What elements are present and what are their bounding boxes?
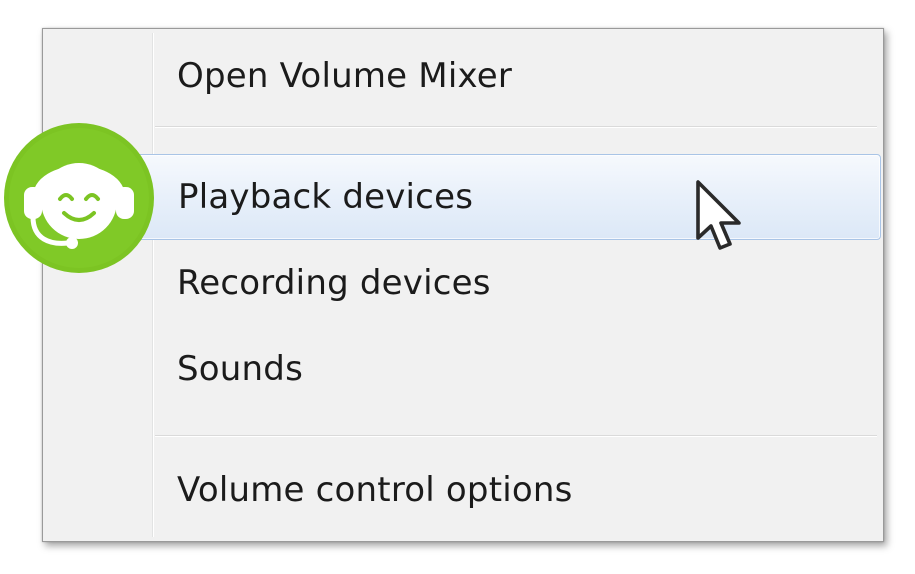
headset-support-icon	[4, 123, 154, 273]
menu-item-open-volume-mixer[interactable]: Open Volume Mixer	[45, 35, 881, 117]
menu-item-playback-devices[interactable]: Playback devices	[45, 154, 881, 240]
menu-item-sounds[interactable]: Sounds	[45, 328, 881, 410]
menu-item-label: Sounds	[177, 349, 303, 389]
menu-separator	[155, 126, 877, 128]
screen: Open Volume Mixer Playback devices Recor…	[0, 0, 915, 574]
menu-item-label: Recording devices	[177, 263, 491, 303]
mouse-pointer-icon	[696, 180, 741, 250]
menu-item-label: Volume control options	[177, 470, 573, 510]
menu-item-recording-devices[interactable]: Recording devices	[45, 242, 881, 324]
menu-item-volume-control-options[interactable]: Volume control options	[45, 449, 881, 531]
menu-separator	[155, 435, 877, 437]
volume-context-menu: Open Volume Mixer Playback devices Recor…	[42, 28, 884, 542]
menu-item-label: Open Volume Mixer	[177, 56, 513, 96]
menu-item-label: Playback devices	[178, 177, 474, 217]
